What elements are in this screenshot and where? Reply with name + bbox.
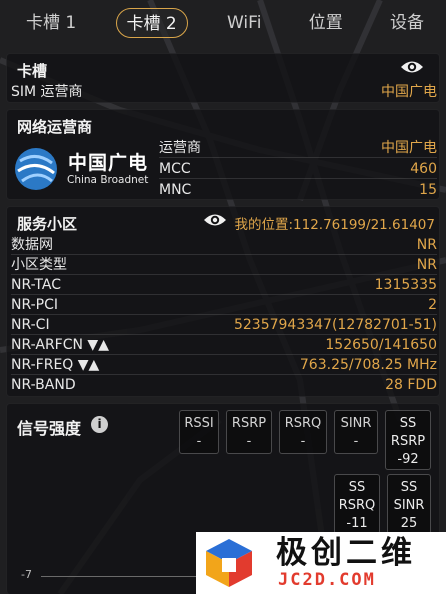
signal-box-label: SS <box>400 480 418 495</box>
signal-axis-label: -7 <box>21 568 32 581</box>
info-icon[interactable]: i <box>91 416 108 433</box>
eye-icon[interactable] <box>203 212 227 228</box>
cell-row: NR-CI 52357943347(12782701-51) <box>11 315 437 335</box>
network-section-title: 网络运营商 <box>17 118 93 136</box>
network-row-value: 15 <box>419 182 437 198</box>
signal-box-label: SINR <box>393 498 425 513</box>
cell-row: 数据网 NR <box>11 235 437 255</box>
cell-row-label: NR-ARFCN ▼▲ <box>11 337 109 353</box>
network-row-label: MCC <box>159 161 191 177</box>
rsrq-box: RSRQ - <box>279 410 327 454</box>
network-row: MNC 15 <box>159 180 437 200</box>
network-rows: 运营商 中国广电 MCC 460 MNC 15 <box>159 138 437 198</box>
signal-box-label: SINR <box>340 416 372 431</box>
network-row: 运营商 中国广电 <box>159 138 437 158</box>
cell-row-label: 小区类型 <box>11 257 67 273</box>
sim-operator-value: 中国广电 <box>381 84 437 100</box>
logo-chinese-text: 中国广电 <box>68 152 149 174</box>
signal-box-label: RSRQ <box>338 498 376 513</box>
cell-row-value: 28 FDD <box>385 377 437 393</box>
cell-row-value: 1315335 <box>374 277 437 293</box>
cell-row: NR-PCI 2 <box>11 295 437 315</box>
signal-box-value: - <box>196 434 202 449</box>
cell-row-label: NR-PCI <box>11 297 59 313</box>
network-row-value: 中国广电 <box>381 140 437 156</box>
ss-sinr-box: SS SINR 25 <box>387 474 431 534</box>
signal-section-title: 信号强度 <box>17 419 82 438</box>
rssi-box: RSSI - <box>179 410 219 454</box>
signal-box-value: 25 <box>400 516 418 531</box>
watermark-domain: JC2D.COM <box>278 570 376 590</box>
signal-box-label: SS <box>348 480 366 495</box>
cell-row: 小区类型 NR <box>11 255 437 275</box>
sim-operator-label: SIM 运营商 <box>11 84 83 100</box>
tab-location[interactable]: 位置 <box>301 8 351 38</box>
signal-box-label: RSRQ <box>284 416 322 431</box>
cell-section-title: 服务小区 <box>17 215 78 233</box>
rsrp-box: RSRP - <box>226 410 272 454</box>
signal-box-value: - <box>246 434 252 449</box>
watermark: 极创二维 JC2D.COM <box>196 532 446 594</box>
cell-row-freq[interactable]: NR-FREQ ▼▲ 763.25/708.25 MHz <box>11 355 437 375</box>
cell-row-label: NR-BAND <box>11 377 76 393</box>
cell-row-value: 152650/141650 <box>325 337 437 353</box>
ss-rsrq-box: SS RSRQ -11 <box>334 474 380 534</box>
watermark-cn: 极创二维 <box>276 535 416 571</box>
eye-icon[interactable] <box>400 59 424 75</box>
signal-axis-line <box>41 576 201 577</box>
cell-row-value: NR <box>416 237 437 253</box>
network-row-label: MNC <box>159 182 192 198</box>
cell-row-label: NR-TAC <box>11 277 61 293</box>
cell-row-label: NR-FREQ ▼▲ <box>11 357 100 373</box>
cell-row-value: 763.25/708.25 MHz <box>299 357 437 373</box>
network-row: MCC 460 <box>159 159 437 179</box>
tab-bar: 卡槽 1 卡槽 2 WiFi 位置 设备 <box>0 0 446 46</box>
cell-row-label: NR-CI <box>11 317 50 333</box>
sim-section-title: 卡槽 <box>17 62 48 80</box>
sim-operator-row: SIM 运营商 中国广电 <box>11 82 437 102</box>
cell-row: NR-TAC 1315335 <box>11 275 437 295</box>
signal-box-value: - <box>300 434 306 449</box>
cell-row-arfcn[interactable]: NR-ARFCN ▼▲ 152650/141650 <box>11 335 437 355</box>
signal-box-label: SS <box>399 416 417 431</box>
signal-box-value: -11 <box>346 516 368 531</box>
tab-wifi[interactable]: WiFi <box>219 8 269 38</box>
cell-row-value: NR <box>416 257 437 273</box>
ss-rsrp-box: SS RSRP -92 <box>385 410 431 470</box>
network-row-label: 运营商 <box>159 140 201 156</box>
network-row-value: 460 <box>410 161 437 177</box>
cell-row-label: 数据网 <box>11 237 53 253</box>
china-broadnet-logo: 中国广电 China Broadnet <box>11 144 159 196</box>
my-location-text: 我的位置:112.76199/21.61407 <box>234 217 435 233</box>
cube-logo-icon <box>206 539 252 587</box>
cell-row-value: 52357943347(12782701-51) <box>233 317 437 333</box>
info-icon-glyph: i <box>97 417 102 431</box>
signal-box-value: - <box>353 434 359 449</box>
serving-cell-section: 服务小区 我的位置:112.76199/21.61407 数据网 NR 小区类型… <box>6 206 440 397</box>
sinr-box: SINR - <box>334 410 378 454</box>
logo-english-text: China Broadnet <box>67 174 149 186</box>
signal-box-label: RSRP <box>390 434 426 449</box>
cell-row-value: 2 <box>428 297 437 313</box>
signal-box-label: RSRP <box>231 416 267 431</box>
cell-row: NR-BAND 28 FDD <box>11 375 437 395</box>
signal-box-label: RSSI <box>184 416 214 431</box>
broadnet-globe-icon <box>15 148 57 190</box>
tab-slot-1[interactable]: 卡槽 1 <box>18 8 84 38</box>
signal-box-value: -92 <box>397 452 419 467</box>
network-operator-section: 网络运营商 中国广电 China Broadnet 运营商 中国广电 MCC 4… <box>6 109 440 200</box>
tab-slot-2[interactable]: 卡槽 2 <box>115 8 188 38</box>
sim-card-section: 卡槽 SIM 运营商 中国广电 <box>6 53 440 103</box>
tab-device[interactable]: 设备 <box>382 8 432 38</box>
